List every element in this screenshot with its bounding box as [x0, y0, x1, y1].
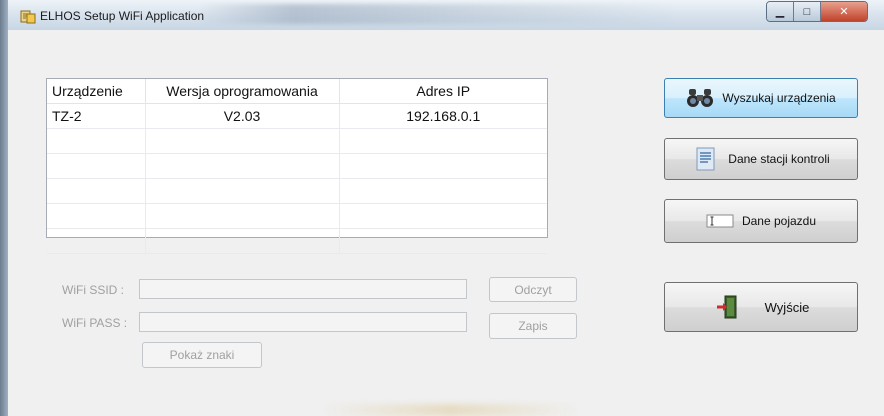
- station-data-label: Dane stacji kontroli: [728, 152, 830, 166]
- title-bar[interactable]: ELHOS Setup WiFi Application ▁ □ ✕: [8, 0, 884, 30]
- table-row-empty: [47, 203, 547, 229]
- empty-cell: [145, 178, 340, 204]
- document-icon: [692, 147, 720, 171]
- window-controls: ▁ □ ✕: [766, 1, 868, 22]
- empty-cell: [339, 153, 547, 179]
- empty-cell: [145, 203, 340, 229]
- table-row[interactable]: TZ-2 V2.03 192.168.0.1: [47, 103, 547, 129]
- table-header-row: Urządzenie Wersja oprogramowania Adres I…: [47, 79, 547, 104]
- table-row-empty: [47, 128, 547, 154]
- column-header-device[interactable]: Urządzenie: [47, 79, 146, 104]
- empty-cell: [47, 203, 146, 229]
- empty-cell: [47, 228, 146, 254]
- maximize-button[interactable]: □: [794, 2, 821, 21]
- window-left-edge: [0, 0, 8, 416]
- read-button[interactable]: Odczyt: [489, 277, 577, 302]
- minimize-icon: ▁: [775, 6, 785, 18]
- table-row-empty: [47, 178, 547, 204]
- exit-door-icon: [713, 295, 741, 319]
- cell-version[interactable]: V2.03: [145, 103, 340, 129]
- vehicle-data-button[interactable]: Dane pojazdu: [664, 199, 858, 243]
- empty-cell: [47, 128, 146, 154]
- vehicle-data-label: Dane pojazdu: [741, 214, 817, 228]
- wifi-ssid-input[interactable]: [139, 279, 467, 299]
- empty-cell: [339, 128, 547, 154]
- empty-cell: [47, 153, 146, 179]
- minimize-button[interactable]: ▁: [767, 2, 794, 21]
- wifi-pass-input[interactable]: [139, 312, 467, 332]
- save-button[interactable]: Zapis: [489, 313, 577, 339]
- search-devices-label: Wyszukaj urządzenia: [722, 91, 836, 105]
- close-button[interactable]: ✕: [821, 2, 867, 21]
- table-row-empty: [47, 153, 547, 179]
- station-data-button[interactable]: Dane stacji kontroli: [664, 138, 858, 180]
- empty-cell: [339, 178, 547, 204]
- empty-cell: [145, 228, 340, 254]
- window-title: ELHOS Setup WiFi Application: [40, 9, 205, 23]
- column-header-ip[interactable]: Adres IP: [339, 79, 547, 104]
- show-characters-button[interactable]: Pokaż znaki: [142, 342, 262, 368]
- exit-label: Wyjście: [764, 299, 810, 315]
- binoculars-icon: [686, 86, 714, 110]
- empty-cell: [145, 153, 340, 179]
- device-table[interactable]: Urządzenie Wersja oprogramowania Adres I…: [46, 78, 548, 254]
- wifi-pass-label: WiFi PASS :: [62, 316, 128, 330]
- empty-cell: [47, 178, 146, 204]
- maximize-icon: □: [803, 5, 811, 18]
- cell-ip[interactable]: 192.168.0.1: [339, 103, 547, 129]
- app-icon: [20, 8, 36, 24]
- wifi-ssid-label: WiFi SSID :: [62, 283, 124, 297]
- column-header-version[interactable]: Wersja oprogramowania: [145, 79, 340, 104]
- exit-button[interactable]: Wyjście: [664, 282, 858, 332]
- empty-cell: [145, 128, 340, 154]
- title-bar-blur: [198, 4, 678, 24]
- table-row-empty: [47, 228, 547, 254]
- empty-cell: [339, 203, 547, 229]
- close-icon: ✕: [839, 6, 849, 18]
- bottom-edge-blur: [320, 404, 580, 416]
- search-devices-button[interactable]: Wyszukaj urządzenia: [664, 78, 858, 118]
- cell-device[interactable]: TZ-2: [47, 103, 146, 129]
- empty-cell: [339, 228, 547, 254]
- text-field-icon: [706, 209, 734, 233]
